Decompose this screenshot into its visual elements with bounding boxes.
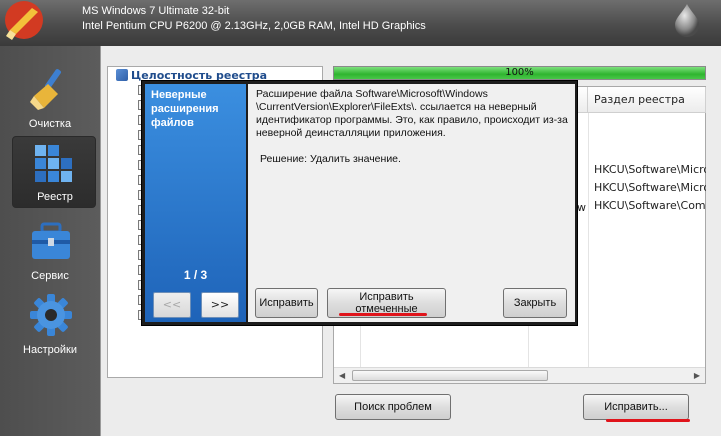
sidebar-item-cleaner[interactable]: Очистка [0,62,100,134]
dialog-issue-title: Неверные расширения файлов [151,89,219,129]
next-issue-button[interactable]: >> [201,292,239,318]
sidebar-item-label: Настройки [23,344,77,356]
annotation-underline [339,313,427,316]
sidebar-item-tools[interactable]: Сервис [0,214,100,286]
horizontal-scrollbar[interactable]: ◀ ▶ [334,367,705,383]
scan-issues-button[interactable]: Поиск проблем [335,394,451,420]
table-cell-registry-key[interactable]: HKCU\Software\Micros [588,161,706,178]
progress-label: 100% [505,67,534,78]
fix-issue-button[interactable]: Исправить [255,288,318,318]
scrollbar-thumb[interactable] [352,370,548,381]
sidebar-item-label: Сервис [31,270,69,282]
app-header: MS Windows 7 Ultimate 32-bit Intel Penti… [0,0,721,46]
issue-details-dialog: Неверные расширения файлов 1 / 3 << >> Р… [141,80,578,326]
droplet-logo-icon [675,4,699,37]
dialog-side-panel: Неверные расширения файлов 1 / 3 << >> [145,84,246,322]
close-dialog-button[interactable]: Закрыть [503,288,567,318]
system-info-hardware: Intel Pentium CPU P6200 @ 2.13GHz, 2,0GB… [82,20,426,32]
sidebar-item-label: Очистка [28,118,72,130]
issue-description: Расширение файла Software\Microsoft\Wind… [256,88,568,139]
dialog-content: Расширение файла Software\Microsoft\Wind… [248,84,575,322]
column-header-registry-key[interactable]: Раздел реестра [588,87,706,113]
table-cell-registry-key[interactable]: HKCU\Software\Comm [588,197,706,214]
issue-page-indicator: 1 / 3 [183,268,208,282]
ccleaner-logo-icon [5,1,43,40]
system-info-os: MS Windows 7 Ultimate 32-bit [82,5,230,17]
registry-cubes-icon [35,145,72,182]
registry-integrity-icon [116,69,128,81]
sidebar-item-settings[interactable]: Настройки [0,288,100,360]
toolbox-icon [32,222,70,259]
table-cell-registry-key[interactable]: HKCU\Software\Micros [588,179,706,196]
scan-progress-bar: 100% [333,66,706,80]
gear-icon [30,294,72,336]
scroll-right-icon[interactable]: ▶ [694,371,700,380]
annotation-underline [606,419,690,422]
broom-icon [30,69,61,110]
sidebar-item-label: Реестр [37,191,73,203]
scroll-left-icon[interactable]: ◀ [339,371,345,380]
issue-solution: Решение: Удалить значение. [260,153,401,165]
previous-issue-button[interactable]: << [153,292,191,318]
fix-selected-button[interactable]: Исправить... [583,394,689,420]
sidebar: Очистка Реестр Сервис Настройки [0,46,100,436]
sidebar-item-registry[interactable]: Реестр [12,136,96,208]
column-divider [588,113,589,367]
